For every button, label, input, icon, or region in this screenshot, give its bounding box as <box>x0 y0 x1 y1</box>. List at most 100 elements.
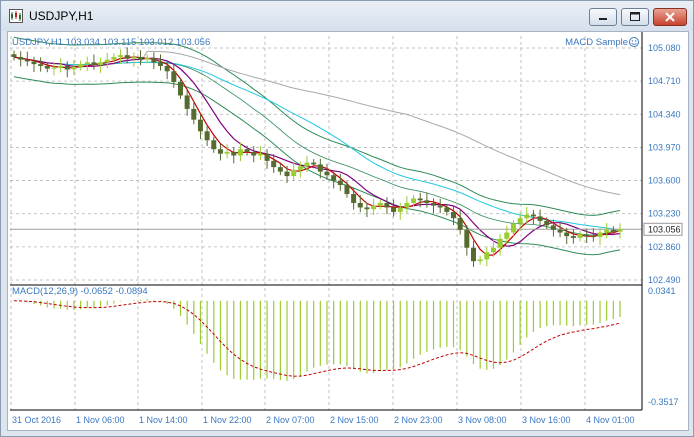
candle-body <box>344 185 350 195</box>
minimize-icon <box>599 18 607 20</box>
candle-body <box>304 162 310 167</box>
macd-info-label: MACD(12,26,9) -0.0652 -0.0894 <box>12 286 148 297</box>
candle-body <box>257 153 263 156</box>
time-label: 3 Nov 08:00 <box>458 415 507 425</box>
candle-body <box>24 59 30 62</box>
time-label: 2 Nov 15:00 <box>330 415 379 425</box>
candle-body <box>251 151 257 156</box>
candle-body <box>191 108 197 120</box>
candle-body <box>470 247 476 262</box>
time-label: 4 Nov 01:00 <box>586 415 635 425</box>
candle-body <box>311 162 317 165</box>
price-label: 103.970 <box>648 142 681 152</box>
candle-body <box>577 234 583 238</box>
chart-icon <box>9 9 23 23</box>
candle-body <box>617 228 623 232</box>
candle-body <box>544 220 550 226</box>
candle-body <box>131 56 137 59</box>
candle-body <box>391 207 397 212</box>
candle-body <box>550 225 556 230</box>
time-label: 2 Nov 07:00 <box>266 415 315 425</box>
ma-fast-line <box>13 56 621 256</box>
price-label: 104.340 <box>648 109 681 119</box>
chart-info-label: USDJPY,H1 103.034 103.115 103.012 103.05… <box>12 37 210 48</box>
candle-body <box>291 169 297 177</box>
candle-body <box>138 56 144 60</box>
candle-body <box>84 62 90 65</box>
candle-body <box>64 65 70 70</box>
candle-body <box>397 207 403 212</box>
candle-body <box>111 56 117 60</box>
candle-body <box>51 67 57 69</box>
price-scale: 105.080 104.710 104.340 103.970 103.600 … <box>648 43 681 285</box>
candle-body <box>424 200 430 203</box>
candle-body <box>524 214 530 219</box>
macd-scale-label: -0.3517 <box>648 397 679 407</box>
candle-body <box>11 54 17 57</box>
macd-signal-line <box>13 300 621 377</box>
candle-body <box>490 247 496 253</box>
candle-body <box>224 151 230 154</box>
price-label: 105.080 <box>648 43 681 53</box>
time-label: 1 Nov 22:00 <box>203 415 252 425</box>
candle-body <box>231 151 237 156</box>
title-bar[interactable]: USDJPY,H1 <box>1 1 693 31</box>
candle-body <box>118 55 124 57</box>
candle-body <box>564 232 570 237</box>
candle-body <box>211 140 217 150</box>
candle-body <box>244 149 250 152</box>
candle-body <box>411 198 417 203</box>
candle-body <box>171 71 177 83</box>
candle-body <box>590 236 596 238</box>
candle-body <box>124 55 130 59</box>
macd-scale: 0.0341 -0.3517 <box>648 286 679 407</box>
window-title: USDJPY,H1 <box>29 9 94 23</box>
candle-body <box>164 65 170 72</box>
minimize-button[interactable] <box>589 8 617 26</box>
candles <box>11 47 623 267</box>
price-label: 103.230 <box>648 209 681 219</box>
candle-body <box>324 171 330 176</box>
candle-body <box>597 232 603 238</box>
time-label: 1 Nov 06:00 <box>76 415 125 425</box>
candle-body <box>337 180 343 186</box>
close-icon <box>665 12 675 22</box>
candle-body <box>71 66 77 70</box>
chart-area[interactable]: USDJPY,H1 103.034 103.115 103.012 103.05… <box>7 31 689 431</box>
time-scale: 31 Oct 2016 1 Nov 06:00 1 Nov 14:00 1 No… <box>12 415 635 425</box>
time-label: 3 Nov 16:00 <box>522 415 571 425</box>
candle-body <box>104 59 110 63</box>
envelope-bands <box>13 36 621 256</box>
candle-body <box>530 214 536 217</box>
candle-body <box>297 166 303 170</box>
candle-body <box>31 61 37 65</box>
candle-body <box>284 171 290 177</box>
candle-body <box>437 205 443 208</box>
candle-body <box>517 218 523 224</box>
expert-label[interactable]: MACD Sample <box>565 37 628 48</box>
candle-body <box>610 229 616 232</box>
time-label: 2 Nov 23:00 <box>394 415 443 425</box>
candle-body <box>91 62 97 66</box>
candle-body <box>98 62 104 66</box>
current-price-tag: 103.056 <box>643 222 683 236</box>
candle-body <box>264 153 270 161</box>
candle-body <box>497 238 503 248</box>
close-button[interactable] <box>653 8 687 26</box>
candle-body <box>570 236 576 238</box>
chart-window: USDJPY,H1 USDJPY,H1 103.034 103.115 103.… <box>0 0 694 437</box>
candle-body <box>271 160 277 168</box>
candle-body <box>217 149 223 154</box>
candle-body <box>351 194 357 203</box>
price-chart[interactable]: USDJPY,H1 103.034 103.115 103.012 103.05… <box>8 32 688 430</box>
candle-body <box>444 207 450 212</box>
price-label: 103.600 <box>648 176 681 186</box>
maximize-button[interactable] <box>621 8 649 26</box>
candle-body <box>197 119 203 132</box>
candle-body <box>357 202 363 208</box>
time-label: 1 Nov 14:00 <box>139 415 188 425</box>
candle-body <box>584 234 590 237</box>
current-price-label: 103.056 <box>648 224 681 234</box>
candle-body <box>457 218 463 230</box>
maximize-icon <box>630 12 640 21</box>
